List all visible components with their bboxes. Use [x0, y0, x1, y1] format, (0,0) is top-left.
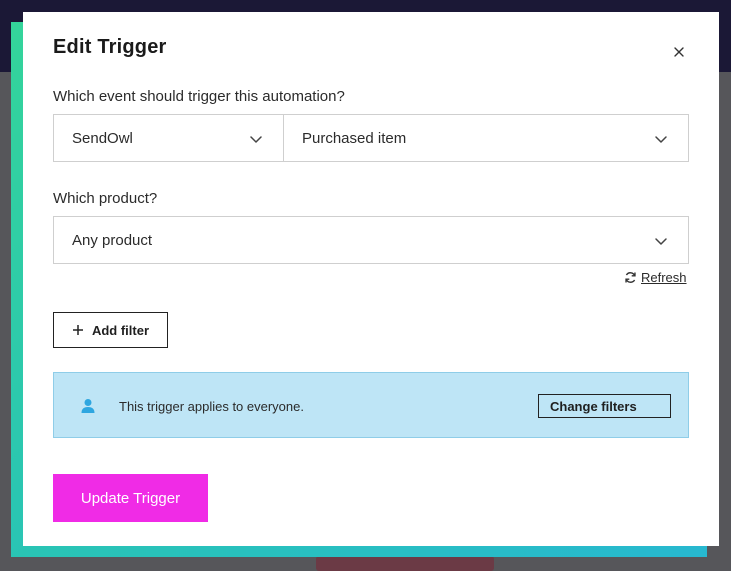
chevron-down-icon [250, 136, 262, 143]
audience-message: This trigger applies to everyone. [119, 399, 304, 414]
add-filter-button[interactable]: Add filter [53, 312, 168, 348]
refresh-label: Refresh [641, 270, 687, 285]
product-question-label: Which product? [53, 190, 158, 207]
app-select[interactable]: SendOwl [53, 114, 284, 162]
person-icon [81, 399, 95, 413]
audience-info-box: This trigger applies to everyone. Change… [53, 372, 689, 438]
chevron-down-icon [655, 238, 667, 245]
event-question-label: Which event should trigger this automati… [53, 88, 345, 105]
background-element [316, 556, 494, 571]
modal-title: Edit Trigger [53, 36, 167, 58]
app-select-value: SendOwl [72, 129, 133, 147]
product-select-value: Any product [72, 231, 153, 249]
edit-trigger-modal: Edit Trigger Which event should trigger … [23, 12, 719, 546]
close-icon[interactable] [671, 44, 687, 60]
refresh-icon [625, 272, 636, 283]
refresh-link[interactable]: Refresh [624, 270, 687, 285]
event-select-value: Purchased item [302, 129, 407, 147]
event-select[interactable]: Purchased item [283, 114, 689, 162]
add-filter-label: Add filter [91, 322, 150, 338]
product-select[interactable]: Any product [53, 216, 689, 264]
change-filters-button[interactable]: Change filters [538, 394, 671, 418]
update-trigger-button[interactable]: Update Trigger [53, 474, 208, 522]
chevron-down-icon [655, 136, 667, 143]
plus-icon [72, 325, 83, 335]
